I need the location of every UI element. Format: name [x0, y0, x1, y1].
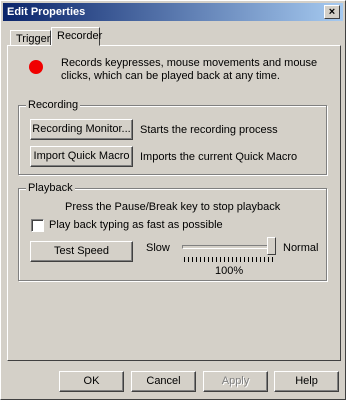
recording-group-label: Recording [26, 99, 81, 112]
ok-button[interactable]: OK [59, 371, 124, 392]
playback-group-label: Playback [26, 182, 75, 195]
speed-slow-label: Slow [146, 242, 170, 254]
help-button[interactable]: Help [274, 371, 339, 392]
import-quick-macro-button[interactable]: Import Quick Macro [30, 146, 133, 167]
speed-slider-ticks [184, 257, 276, 262]
window-title: Edit Properties [7, 6, 86, 18]
speed-slider-track[interactable] [182, 245, 276, 249]
recorder-description: Records keypresses, mouse movements and … [61, 57, 318, 82]
test-speed-button[interactable]: Test Speed [30, 241, 133, 262]
speed-normal-label: Normal [283, 242, 319, 254]
recording-monitor-description: Starts the recording process [140, 124, 278, 136]
record-dot-icon [29, 60, 43, 74]
recording-monitor-button[interactable]: Recording Monitor... [30, 119, 133, 140]
tab-trigger[interactable]: Trigger [10, 30, 51, 45]
fast-typing-label[interactable]: Play back typing as fast as possible [49, 219, 223, 232]
edit-properties-window: Edit Properties × Trigger Recorder Recor… [0, 0, 346, 400]
apply-button[interactable]: Apply [203, 371, 268, 392]
speed-value: 100% [215, 265, 244, 277]
close-button[interactable]: × [324, 5, 340, 19]
close-icon: × [328, 6, 336, 18]
cancel-button[interactable]: Cancel [131, 371, 196, 392]
fast-typing-checkbox[interactable] [31, 219, 44, 232]
speed-slider-thumb[interactable] [267, 237, 276, 255]
import-quick-macro-description: Imports the current Quick Macro [140, 151, 298, 163]
title-bar[interactable]: Edit Properties × [3, 3, 343, 21]
playback-hint: Press the Pause/Break key to stop playba… [65, 201, 281, 213]
tab-recorder[interactable]: Recorder [51, 27, 102, 46]
